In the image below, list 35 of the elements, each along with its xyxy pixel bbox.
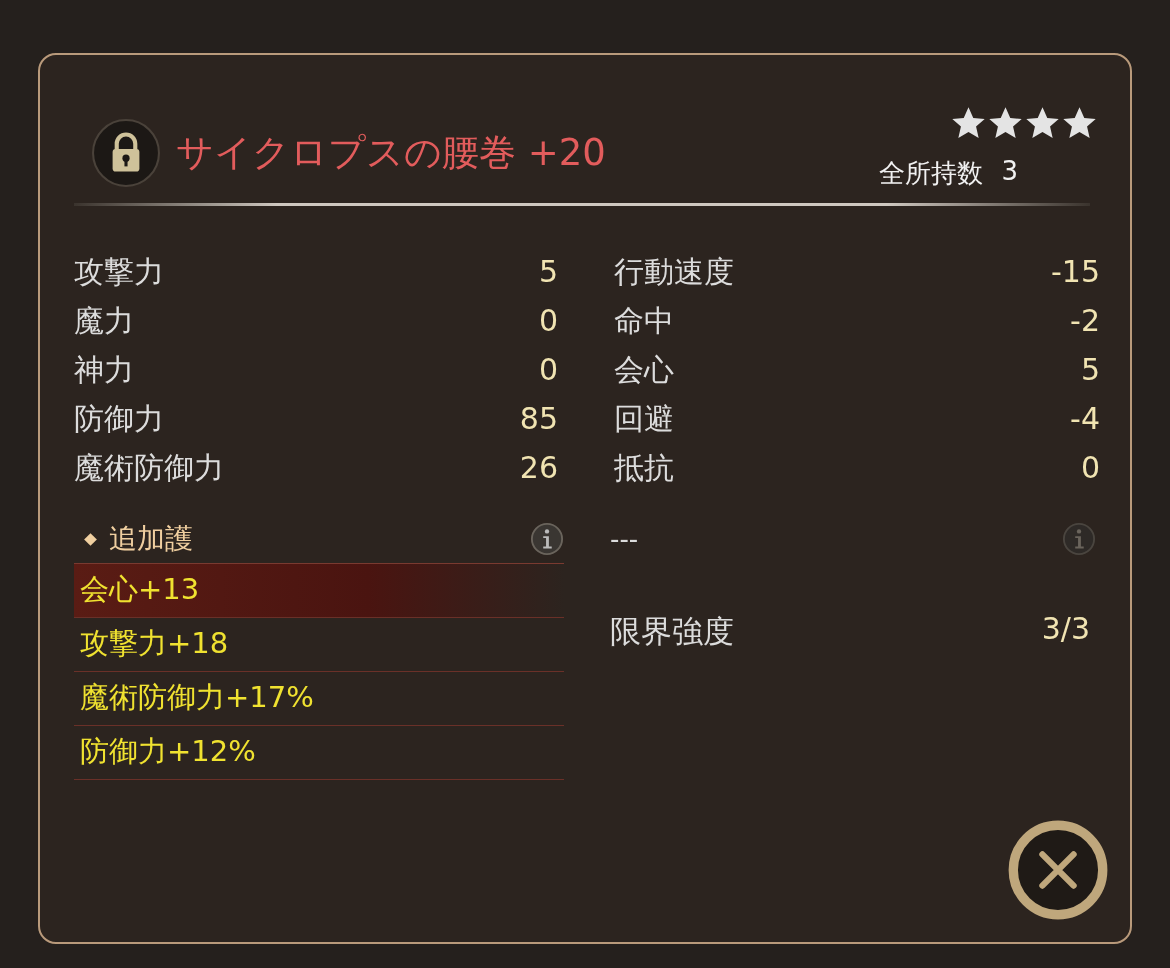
stat-label: 命中 [614, 303, 674, 340]
stat-label: 行動速度 [614, 254, 734, 291]
stat-label: 神力 [74, 352, 134, 389]
stat-value: 26 [519, 450, 558, 487]
bonus-item[interactable]: 魔術防御力+17% [74, 672, 564, 726]
close-icon [1006, 818, 1110, 922]
stat-label: 回避 [614, 401, 674, 438]
owned-count: 3 [1001, 156, 1018, 188]
close-button[interactable] [1006, 818, 1110, 922]
stat-label: 抵抗 [614, 450, 674, 487]
limit-value: 3/3 [1041, 611, 1090, 648]
stat-label: 魔術防御力 [74, 450, 224, 487]
stat-label: 防御力 [74, 401, 164, 438]
stat-value: 5 [538, 254, 558, 291]
stat-value: -4 [1070, 401, 1100, 438]
stat-value: 85 [519, 401, 558, 438]
lock-icon[interactable] [92, 119, 160, 187]
limit-label: 限界強度 [610, 612, 734, 651]
item-name: サイクロプスの腰巻 +20 [176, 130, 606, 176]
bonus-item[interactable]: 攻撃力+18 [74, 618, 564, 672]
bonus-item[interactable]: 防御力+12% [74, 726, 564, 780]
stat-label: 魔力 [74, 303, 134, 340]
stat-value: 5 [1080, 352, 1100, 389]
stat-value: 0 [538, 352, 558, 389]
stat-value: -2 [1070, 303, 1100, 340]
owned-label: 全所持数 [879, 157, 984, 190]
info-icon[interactable] [530, 522, 564, 556]
empty-value: --- [610, 524, 639, 554]
stat-value: -15 [1051, 254, 1100, 291]
stat-label: 攻撃力 [74, 254, 164, 291]
section-title: 追加護 [109, 521, 194, 557]
stat-value: 0 [1080, 450, 1100, 487]
bonus-item[interactable]: 会心+13 [74, 564, 564, 618]
stat-label: 会心 [614, 352, 674, 389]
stat-value: 0 [538, 303, 558, 340]
